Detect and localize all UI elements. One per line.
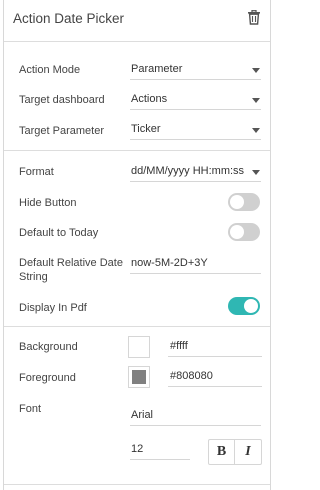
divider (4, 150, 270, 151)
background-label: Background (19, 341, 78, 353)
panel-header: Action Date Picker (4, 0, 270, 40)
divider (4, 484, 270, 485)
relative-date-value: now-5M-2D+3Y (131, 257, 208, 269)
action-mode-value: Parameter (131, 63, 183, 75)
panel-title: Action Date Picker (13, 11, 125, 26)
action-date-picker-panel: Action Date Picker Action Mode Parameter… (3, 0, 271, 490)
divider (4, 326, 270, 327)
font-size-value: 12 (131, 443, 144, 455)
chevron-down-icon (252, 68, 260, 73)
format-label: Format (19, 166, 54, 178)
divider (4, 41, 270, 42)
background-color-input[interactable]: #ffff (168, 337, 262, 357)
foreground-color-chip (132, 370, 146, 384)
action-mode-label: Action Mode (19, 64, 81, 76)
toggle-knob (244, 299, 258, 313)
format-value: dd/MM/yyyy HH:mm:ss (131, 165, 245, 177)
background-color-value: #ffff (170, 340, 188, 352)
display-in-pdf-toggle[interactable] (228, 297, 260, 315)
font-style-group: B I (208, 439, 262, 465)
hide-button-toggle[interactable] (228, 193, 260, 211)
foreground-color-input[interactable]: #808080 (168, 367, 262, 387)
target-parameter-label: Target Parameter (19, 125, 104, 137)
target-parameter-select[interactable]: Ticker (130, 120, 261, 140)
target-dashboard-value: Actions (131, 93, 168, 105)
default-to-today-label: Default to Today (19, 227, 99, 239)
font-size-input[interactable]: 12 (130, 440, 190, 460)
chevron-down-icon (252, 98, 260, 103)
font-label: Font (19, 403, 42, 415)
relative-date-label-line1: Default Relative Date (19, 257, 123, 269)
font-value: Arial (131, 409, 154, 421)
action-mode-select[interactable]: Parameter (130, 60, 261, 80)
target-dashboard-select[interactable]: Actions (130, 90, 261, 110)
default-to-today-toggle[interactable] (228, 223, 260, 241)
chevron-down-icon (252, 128, 260, 133)
chevron-down-icon (252, 170, 260, 175)
relative-date-input[interactable]: now-5M-2D+3Y (130, 254, 261, 274)
foreground-color-swatch[interactable] (128, 366, 150, 388)
background-color-swatch[interactable] (128, 336, 150, 358)
format-select[interactable]: dd/MM/yyyy HH:mm:ss (130, 162, 261, 182)
foreground-color-value: #808080 (170, 370, 213, 382)
italic-button[interactable]: I (235, 440, 261, 464)
foreground-label: Foreground (19, 372, 76, 384)
target-dashboard-label: Target dashboard (19, 94, 105, 106)
display-in-pdf-label: Display In Pdf (19, 302, 87, 314)
trash-icon[interactable] (247, 10, 261, 25)
font-input[interactable]: Arial (130, 406, 261, 426)
bold-button[interactable]: B (209, 440, 235, 464)
relative-date-label-line2: String (19, 271, 48, 283)
target-parameter-value: Ticker (131, 123, 161, 135)
hide-button-label: Hide Button (19, 197, 77, 209)
toggle-knob (230, 225, 244, 239)
toggle-knob (230, 195, 244, 209)
